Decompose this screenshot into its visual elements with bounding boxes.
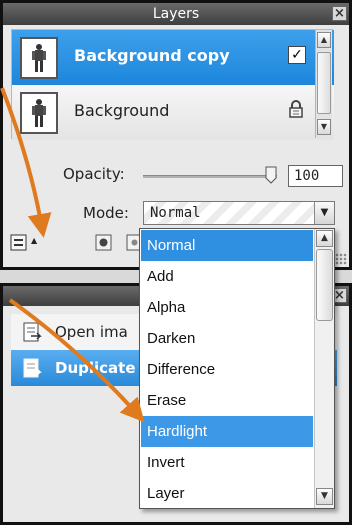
mode-option-normal[interactable]: Normal	[141, 230, 313, 261]
history-item-label: Duplicate	[55, 359, 136, 377]
layer-list: Background copy ✓ Background ▲ ▼	[11, 29, 334, 140]
resize-grip[interactable]	[335, 253, 347, 265]
caret-up-icon[interactable]: ▲	[31, 236, 37, 245]
scroll-up-icon[interactable]: ▲	[317, 32, 331, 48]
mode-option-layer[interactable]: Layer	[141, 478, 313, 509]
layer-name: Background copy	[74, 46, 230, 65]
history-item-label: Open ima	[55, 323, 128, 341]
knight-figure-icon	[32, 44, 46, 72]
lock-icon[interactable]	[288, 99, 304, 119]
open-image-icon	[23, 322, 42, 342]
layer-thumbnail	[20, 92, 58, 134]
mode-option-hardlight[interactable]: Hardlight	[141, 416, 313, 447]
mode-label: Mode:	[83, 204, 129, 222]
mode-option-darken[interactable]: Darken	[141, 323, 313, 354]
blend-mode-select[interactable]: Normal	[143, 201, 335, 225]
layer-name: Background	[74, 101, 170, 120]
close-icon[interactable]: ×	[332, 6, 347, 21]
blend-mode-dropdown: Normal Add Alpha Darken Difference Erase…	[139, 228, 335, 509]
opacity-slider-handle[interactable]	[265, 166, 277, 184]
mode-option-add[interactable]: Add	[141, 261, 313, 292]
scroll-thumb[interactable]	[317, 52, 331, 114]
layer-properties-icon[interactable]	[9, 233, 29, 253]
dropdown-scrollbar[interactable]: ▲ ▼	[314, 229, 334, 508]
layer-thumbnail	[20, 37, 58, 79]
duplicate-icon	[23, 358, 42, 378]
mode-option-invert[interactable]: Invert	[141, 447, 313, 478]
scroll-down-icon[interactable]: ▼	[316, 488, 333, 505]
layer-mask-icon[interactable]	[94, 233, 114, 253]
layers-scrollbar[interactable]: ▲ ▼	[315, 30, 332, 138]
mode-option-erase[interactable]: Erase	[141, 385, 313, 416]
layer-row-background-copy[interactable]: Background copy ✓	[12, 30, 334, 85]
panel-title: Layers	[152, 6, 200, 22]
layers-titlebar[interactable]: Layers ×	[3, 3, 349, 25]
opacity-slider-track[interactable]	[143, 175, 277, 178]
scroll-down-icon[interactable]: ▼	[317, 119, 331, 135]
checkbox-checked-icon[interactable]: ✓	[288, 46, 306, 64]
mode-option-alpha[interactable]: Alpha	[141, 292, 313, 323]
scroll-up-icon[interactable]: ▲	[316, 230, 333, 247]
chevron-down-icon[interactable]: ▼	[314, 202, 334, 224]
layer-row-background[interactable]: Background	[12, 85, 334, 140]
opacity-input[interactable]: 100	[288, 165, 343, 187]
mode-option-difference[interactable]: Difference	[141, 354, 313, 385]
scroll-thumb[interactable]	[316, 249, 333, 321]
knight-figure-icon	[32, 99, 46, 127]
opacity-label: Opacity:	[63, 165, 125, 183]
